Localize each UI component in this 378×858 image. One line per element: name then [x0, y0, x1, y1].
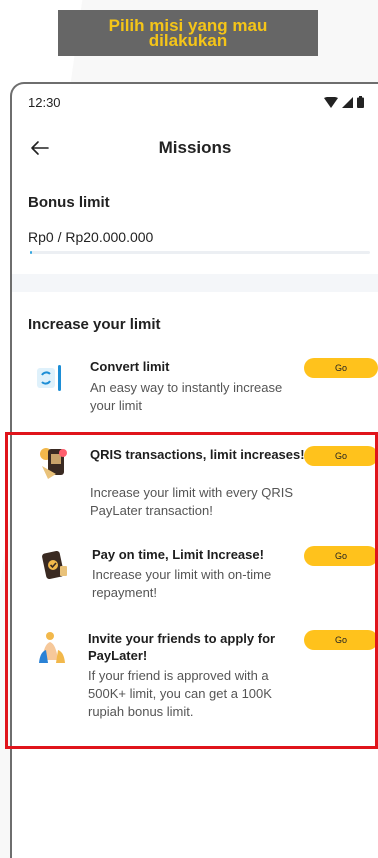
bonus-limit-value: Rp0 / Rp20.000.000 [28, 229, 154, 245]
signal-icon [342, 96, 353, 108]
status-time: 12:30 [28, 94, 61, 110]
bonus-limit-progress [30, 251, 370, 254]
mission-description: An easy way to instantly increase your l… [90, 380, 283, 413]
section-title: Increase your limit [28, 316, 161, 333]
instruction-caption: Pilih misi yang mau dilakukan [58, 10, 318, 56]
app-header: Missions [12, 128, 378, 168]
bonus-limit-label: Bonus limit [28, 194, 110, 211]
section-divider [12, 274, 378, 292]
bonus-limit-progress-fill [30, 251, 33, 254]
page-title: Missions [158, 138, 232, 157]
instruction-caption-text: Pilih misi yang mau dilakukan [108, 16, 268, 50]
status-bar: 12:30 [12, 84, 378, 120]
status-icons [324, 96, 364, 108]
highlight-box [5, 432, 378, 749]
wifi-icon [324, 96, 338, 108]
convert-limit-go-button[interactable]: Go [304, 358, 378, 378]
battery-icon [357, 96, 364, 108]
mission-item: Convert limit An easy way to instantly i… [22, 358, 378, 418]
convert-limit-icon [37, 365, 61, 391]
mission-title: Convert limit [90, 359, 170, 374]
